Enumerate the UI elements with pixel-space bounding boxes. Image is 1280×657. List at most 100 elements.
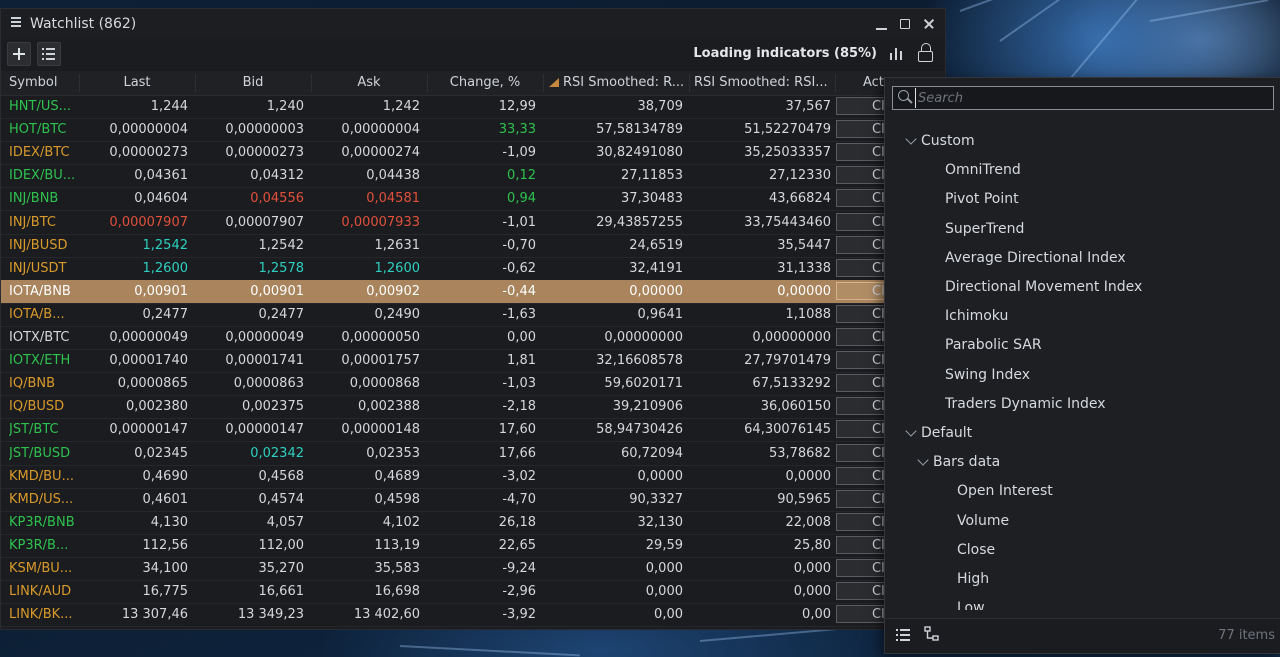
change-cell: 1,81 xyxy=(507,353,536,369)
table-row[interactable]: KMD/BU... 0,4690 0,4568 0,4689 -3,02 0,0000 0,… xyxy=(1,465,945,489)
tree-group[interactable]: Bars data xyxy=(933,454,1000,470)
table-row[interactable]: IQ/BNB 0,0000865 0,0000863 0,0000868 -1,03 59… xyxy=(1,372,945,397)
bid-cell: 0,00901 xyxy=(250,283,304,299)
table-row[interactable]: LINK/AUD 16,775 16,661 16,698 -2,96 0,000 0,00… xyxy=(1,580,945,605)
tree-item[interactable]: Close xyxy=(957,542,995,558)
rsi-smoothed-2-cell: 0,0000 xyxy=(785,468,832,484)
table-row[interactable]: INJ/BUSD 1,2542 1,2542 1,2631 -0,70 24,6519 35… xyxy=(1,234,945,258)
rsi-smoothed-2-cell: 51,52270479 xyxy=(744,122,831,138)
table-row[interactable]: HNT/US... 1,244 1,240 1,242 12,99 38,709 37,56… xyxy=(1,95,945,119)
bid-cell: 0,00007907 xyxy=(225,214,304,230)
rsi-smoothed-2-cell: 64,30076145 xyxy=(744,422,831,438)
rsi-smoothed-1-cell: 0,0000 xyxy=(637,468,684,484)
chevron-down-icon[interactable] xyxy=(905,425,917,437)
table-row[interactable]: JST/BTC 0,00000147 0,00000147 0,00000148 17,… xyxy=(1,418,945,443)
bid-cell: 0,04312 xyxy=(250,168,304,184)
lock-icon[interactable] xyxy=(917,42,935,62)
column-header-ask[interactable]: Ask xyxy=(313,75,425,90)
minimize-icon[interactable] xyxy=(874,17,888,31)
bid-cell: 0,002375 xyxy=(241,399,304,415)
tree-item[interactable]: Swing Index xyxy=(945,367,1030,383)
table-row[interactable]: HOT/BTC 0,00000004 0,00000003 0,00000004 33,… xyxy=(1,118,945,143)
change-cell: 17,60 xyxy=(498,422,536,438)
tree-group[interactable]: Default xyxy=(921,425,972,441)
chevron-down-icon[interactable] xyxy=(917,454,929,466)
tree-item[interactable]: Directional Movement Index xyxy=(945,279,1142,295)
change-cell: -1,03 xyxy=(502,376,536,392)
close-icon[interactable] xyxy=(922,17,936,31)
hamburger-icon[interactable] xyxy=(11,17,21,27)
rsi-smoothed-1-cell: 32,4191 xyxy=(629,260,683,276)
last-price-cell: 0,00901 xyxy=(134,283,188,299)
tree-item[interactable]: Open Interest xyxy=(957,483,1053,499)
table-row[interactable]: INJ/USDT 1,2600 1,2578 1,2600 -0,62 32,4191 31… xyxy=(1,257,945,281)
table-row[interactable]: KP3R/BNB 4,130 4,057 4,102 26,18 32,130 22,008… xyxy=(1,511,945,535)
tree-item[interactable]: OmniTrend xyxy=(945,162,1021,178)
table-row[interactable]: IOTX/ETH 0,00001740 0,00001741 0,00001757 1,… xyxy=(1,349,945,374)
table-row[interactable]: KP3R/B... 112,56 112,00 113,19 22,65 29,59 25,… xyxy=(1,534,945,558)
table-row[interactable]: LINK/BK... 13 307,46 13 349,23 13 402,60 -3,… xyxy=(1,603,945,628)
last-price-cell: 0,00000049 xyxy=(109,330,188,345)
action-button-label: Cl xyxy=(872,445,885,461)
bar-chart-icon[interactable] xyxy=(887,44,905,62)
rsi-smoothed-2-cell: 22,008 xyxy=(785,514,832,530)
list-view-toggle-button[interactable] xyxy=(893,625,915,645)
table-row[interactable]: JST/BUSD 0,02345 0,02342 0,02353 17,66 60,720… xyxy=(1,442,945,466)
tree-item[interactable]: Low xyxy=(957,600,985,610)
column-header-rsi-1[interactable]: RSI Smoothed: R... xyxy=(549,75,687,90)
symbol-cell: KMD/US... xyxy=(9,491,74,507)
tree-view-toggle-button[interactable] xyxy=(923,625,945,645)
title-bar: Watchlist (862) xyxy=(1,9,945,39)
column-header-last[interactable]: Last xyxy=(81,75,193,90)
action-button-label: Cl xyxy=(872,191,885,207)
ask-cell: 0,2490 xyxy=(374,306,421,322)
table-row[interactable]: IOTA/BNB 0,00901 0,00901 0,00902 -0,44 0,0000… xyxy=(1,279,945,304)
action-button-label: Cl xyxy=(872,237,885,253)
column-header-rsi-2[interactable]: RSI Smoothed: RSI... xyxy=(694,75,832,90)
table-row[interactable]: IDEX/BTC 0,00000273 0,00000273 0,00000274 -1… xyxy=(1,141,945,166)
add-symbol-button[interactable] xyxy=(7,42,31,66)
table-row[interactable]: IOTA/B... 0,2477 0,2477 0,2490 -1,63 0,9641 1,… xyxy=(1,303,945,327)
rsi-smoothed-1-cell: 29,59 xyxy=(645,537,683,553)
ask-cell: 13 402,60 xyxy=(353,607,420,623)
table-row[interactable]: IOTX/BTC 0,00000049 0,00000049 0,00000050 0,… xyxy=(1,326,945,350)
tree-item[interactable]: Pivot Point xyxy=(945,191,1019,207)
list-view-button[interactable] xyxy=(37,42,61,66)
table-row[interactable]: KSM/BU... 34,100 35,270 35,583 -9,24 0,000 0,0… xyxy=(1,557,945,581)
window-title: Watchlist (862) xyxy=(30,16,137,32)
search-input[interactable] xyxy=(915,88,1270,108)
tree-item[interactable]: Volume xyxy=(957,513,1009,529)
tree-item[interactable]: Traders Dynamic Index xyxy=(945,396,1106,412)
tree-item[interactable]: SuperTrend xyxy=(945,221,1024,237)
maximize-icon[interactable] xyxy=(898,17,912,31)
change-cell: -1,63 xyxy=(502,306,536,322)
ask-cell: 35,583 xyxy=(374,561,421,576)
table-row[interactable]: INJ/BNB 0,04604 0,04556 0,04581 0,94 37,30483… xyxy=(1,187,945,212)
search-icon xyxy=(898,90,913,104)
column-header-symbol[interactable]: Symbol xyxy=(9,75,77,90)
table-row[interactable]: KMD/US... 0,4601 0,4574 0,4598 -4,70 90,3327 9… xyxy=(1,488,945,512)
column-header-bid[interactable]: Bid xyxy=(197,75,309,90)
tree-item[interactable]: Ichimoku xyxy=(945,308,1008,324)
column-header-change[interactable]: Change, % xyxy=(429,75,541,90)
chevron-down-icon[interactable] xyxy=(905,133,917,145)
ask-cell: 1,2631 xyxy=(374,237,421,253)
last-price-cell: 0,04604 xyxy=(134,191,188,207)
table-row[interactable]: IQ/BUSD 0,002380 0,002375 0,002388 -2,18 39,2… xyxy=(1,395,945,420)
symbol-cell: KMD/BU... xyxy=(9,468,74,484)
tree-group[interactable]: Custom xyxy=(921,133,975,149)
symbol-cell: KP3R/BNB xyxy=(9,514,75,530)
tree-item[interactable]: High xyxy=(957,571,989,587)
toolbar: Loading indicators (85%) xyxy=(1,39,945,71)
tree-item[interactable]: Average Directional Index xyxy=(945,250,1126,266)
table-row[interactable]: INJ/BTC 0,00007907 0,00007907 0,00007933 -1,… xyxy=(1,211,945,235)
ask-cell: 0,00007933 xyxy=(341,214,420,230)
last-price-cell: 4,130 xyxy=(150,514,188,530)
change-cell: -1,01 xyxy=(502,214,536,230)
ask-cell: 1,2600 xyxy=(374,260,421,276)
rsi-smoothed-1-cell: 59,6020171 xyxy=(604,376,683,392)
tree-item[interactable]: Parabolic SAR xyxy=(945,337,1042,353)
table-row[interactable]: IDEX/BU... 0,04361 0,04312 0,04438 0,12 27,11… xyxy=(1,164,945,189)
change-cell: -0,62 xyxy=(502,260,536,276)
last-price-cell: 0,00000273 xyxy=(109,145,188,161)
